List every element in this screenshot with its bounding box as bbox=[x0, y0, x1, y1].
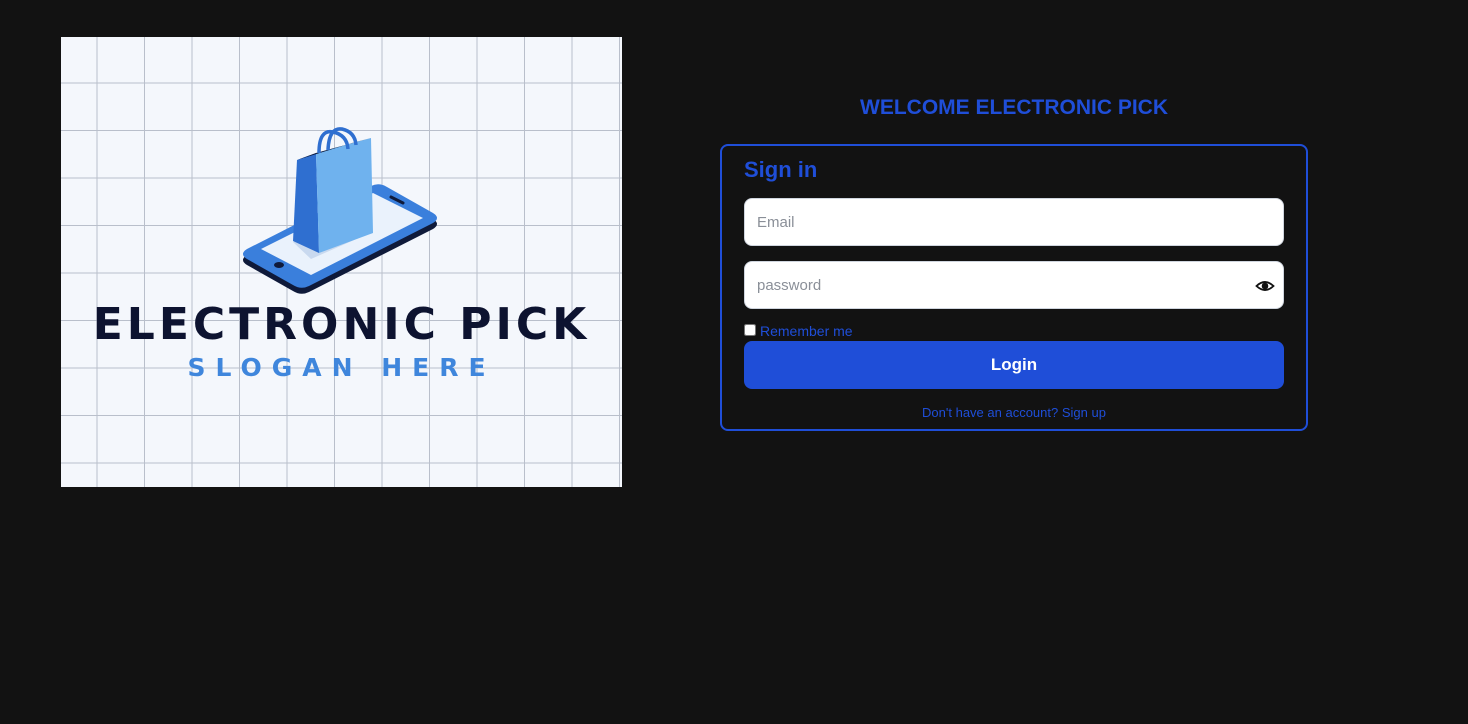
password-field-wrapper bbox=[744, 261, 1284, 309]
signup-prompt-text: Don't have an account? bbox=[922, 405, 1059, 420]
password-field[interactable] bbox=[745, 262, 1225, 308]
shopping-bag-on-phone-icon bbox=[243, 127, 437, 294]
brand-slogan: SLOGAN HERE bbox=[187, 353, 496, 382]
signin-form: Sign in Remember me Login Don't have an … bbox=[720, 144, 1308, 431]
email-field-wrapper bbox=[744, 198, 1284, 246]
welcome-title: WELCOME ELECTRONIC PICK bbox=[860, 96, 1168, 119]
eye-icon[interactable] bbox=[1255, 276, 1275, 296]
remember-me-checkbox[interactable] bbox=[744, 324, 756, 336]
remember-me-row[interactable]: Remember me bbox=[744, 322, 853, 339]
remember-me-label: Remember me bbox=[760, 323, 853, 339]
email-field[interactable] bbox=[745, 199, 1225, 245]
brand-name: ELECTRONIC PICK bbox=[92, 299, 591, 350]
signup-prompt: Don't have an account? Sign up bbox=[722, 405, 1306, 421]
signup-link[interactable]: Sign up bbox=[1062, 405, 1106, 420]
login-button[interactable]: Login bbox=[744, 341, 1284, 389]
signin-heading: Sign in bbox=[744, 157, 818, 182]
brand-logo-panel: ELECTRONIC PICK SLOGAN HERE bbox=[61, 37, 622, 487]
